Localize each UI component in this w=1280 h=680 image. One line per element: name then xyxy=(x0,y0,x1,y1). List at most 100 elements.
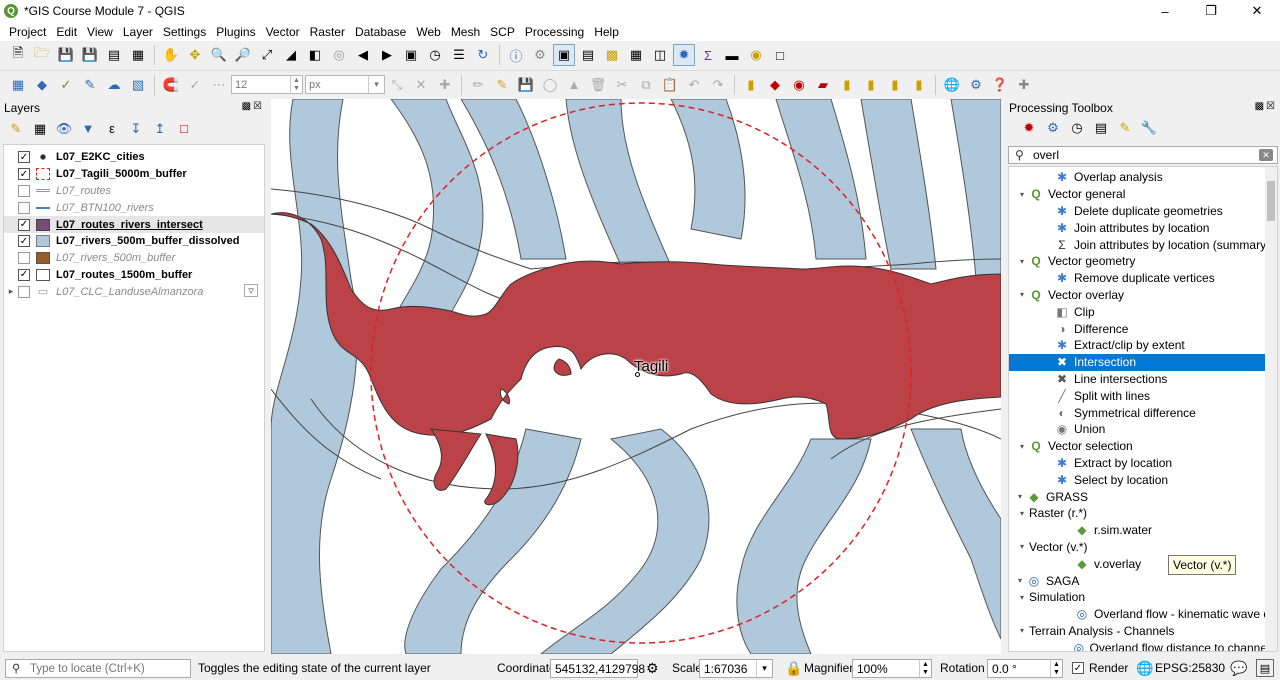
results-viewer-icon[interactable]: ▤ xyxy=(1090,117,1112,139)
add-group-icon[interactable]: ▦ xyxy=(29,118,51,140)
save-edits-icon[interactable]: 💾 xyxy=(515,74,537,96)
tree-item[interactable]: ◆ v.overlay xyxy=(1009,555,1277,572)
save-as-icon[interactable]: 💾 xyxy=(79,44,101,66)
tree-scrollbar[interactable] xyxy=(1265,167,1277,651)
tree-item[interactable]: ◉ Union xyxy=(1009,421,1277,438)
open-attribute-table-icon[interactable]: ▦ xyxy=(625,44,647,66)
layer-checkbox[interactable]: ✓ xyxy=(18,151,30,164)
layer-item[interactable]: ▸ ▭ L07_CLC_LanduseAlmanzora ▿ xyxy=(4,283,264,300)
style-manager-icon[interactable]: ✎ xyxy=(5,118,27,140)
pan-hand-icon[interactable]: ✋ xyxy=(160,44,182,66)
visibility-icon[interactable]: 👁 xyxy=(53,118,75,140)
magnifier-field[interactable]: 100% ▲ ▼ xyxy=(852,659,932,678)
paste-features-icon[interactable]: 📋 xyxy=(659,74,681,96)
panel-float-close-icon[interactable]: ▩☒ xyxy=(242,101,264,112)
layer-checkbox[interactable]: ✓ xyxy=(18,268,30,281)
open-project-icon[interactable]: 🗁 xyxy=(31,44,53,66)
diagram-tool-icon[interactable]: ◆ xyxy=(764,74,786,96)
menu-processing[interactable]: Processing xyxy=(520,25,589,39)
scripts-icon[interactable]: ⚙ xyxy=(1042,117,1064,139)
tree-item[interactable]: ▾ Q Vector selection xyxy=(1009,438,1277,455)
redo-icon[interactable]: ↷ xyxy=(707,74,729,96)
models-icon[interactable]: ✹ xyxy=(1018,117,1040,139)
label-tool-icon[interactable]: ▮ xyxy=(740,74,762,96)
zoom-layer-icon[interactable]: ◧ xyxy=(304,44,326,66)
print-layout-icon[interactable]: ▤ xyxy=(103,44,125,66)
tree-item[interactable]: ✱ Delete duplicate geometries xyxy=(1009,203,1277,220)
scale-field[interactable]: 1:67036 ▾ xyxy=(699,659,773,678)
zoom-next-icon[interactable]: ▶ xyxy=(376,44,398,66)
tree-item[interactable]: ◧ Clip xyxy=(1009,303,1277,320)
coordinate-field[interactable]: 545132,4129798 xyxy=(550,659,645,678)
collapse-arrow-icon[interactable]: ▾ xyxy=(1017,542,1027,551)
collapse-all-icon[interactable]: ↥ xyxy=(149,118,171,140)
temporal-icon[interactable]: ◷ xyxy=(424,44,446,66)
zoom-full-icon[interactable]: ⤢ xyxy=(256,44,278,66)
refresh-icon[interactable]: ↻ xyxy=(472,44,494,66)
collapse-arrow-icon[interactable]: ▾ xyxy=(1017,593,1027,602)
edit-features-in-place-icon[interactable]: ✎ xyxy=(1114,117,1136,139)
panel-float-close-icon[interactable]: ▩☒ xyxy=(1255,101,1277,112)
field-calculator-icon[interactable]: ◫ xyxy=(649,44,671,66)
collapse-arrow-icon[interactable]: ▾ xyxy=(1017,509,1027,518)
delete-selected-icon[interactable]: 🗑 xyxy=(587,74,609,96)
menu-view[interactable]: View xyxy=(82,25,118,39)
python-console-icon[interactable]: ⚙ xyxy=(965,74,987,96)
lock-scale-icon[interactable]: 🔒 xyxy=(785,660,802,677)
rotate-label-icon[interactable]: ▮ xyxy=(860,74,882,96)
layer-item[interactable]: ✓ L07_Tagili_5000m_buffer xyxy=(4,166,264,183)
tree-item[interactable]: ✱ Extract by location xyxy=(1009,455,1277,472)
tree-item[interactable]: ▾ Vector (v.*) xyxy=(1009,539,1277,556)
layer-item[interactable]: L07_BTN100_rivers xyxy=(4,199,264,216)
log-icon[interactable]: ▤ xyxy=(1256,659,1274,677)
layout-manager-icon[interactable]: ▦ xyxy=(127,44,149,66)
tree-item[interactable]: ◑ Difference xyxy=(1009,320,1277,337)
menu-raster[interactable]: Raster xyxy=(305,25,350,39)
tree-item[interactable]: ▾ Q Vector general xyxy=(1009,186,1277,203)
tree-item[interactable]: Σ Join attributes by location (summary) xyxy=(1009,236,1277,253)
undo-icon[interactable]: ↶ xyxy=(683,74,705,96)
tree-item[interactable]: ▾ Simulation xyxy=(1009,589,1277,606)
snap-cross-icon[interactable]: ✕ xyxy=(410,74,432,96)
text-annotation-icon[interactable]: □ xyxy=(769,44,791,66)
processing-toolbox-icon[interactable]: ✹ xyxy=(673,44,695,66)
add-wms-icon[interactable]: ☁ xyxy=(103,74,125,96)
add-wcs-icon[interactable]: ▧ xyxy=(127,74,149,96)
clear-search-icon[interactable]: ✕ xyxy=(1259,149,1273,161)
rotation-field[interactable]: 0.0 ° ▲ ▼ xyxy=(987,659,1063,678)
layer-checkbox[interactable]: ✓ xyxy=(18,168,30,181)
digitize-icon[interactable]: ✎ xyxy=(79,74,101,96)
snap-line-icon[interactable]: ⤡ xyxy=(386,74,408,96)
snap-tolerance-icon[interactable]: ⋯ xyxy=(208,74,230,96)
tree-item[interactable]: ▾ ◎ SAGA xyxy=(1009,572,1277,589)
layer-item[interactable]: ✓ L07_E2KC_cities xyxy=(4,149,264,166)
menu-help[interactable]: Help xyxy=(589,25,624,39)
copy-features-icon[interactable]: ⧉ xyxy=(635,74,657,96)
filter-expression-icon[interactable]: ε xyxy=(101,118,123,140)
layer-checkbox[interactable] xyxy=(18,201,30,214)
identify-icon[interactable]: ⓘ xyxy=(505,44,527,66)
tree-item[interactable]: ◐ Symmetrical difference xyxy=(1009,404,1277,421)
toolbox-search-input[interactable]: ⚲ overl ✕ xyxy=(1008,146,1278,164)
snap-size-spinner[interactable]: ▲ ▼ xyxy=(290,76,302,93)
magnifier-spinner[interactable]: ▲ ▼ xyxy=(919,660,931,677)
current-edits-icon[interactable]: ✎ xyxy=(491,74,513,96)
deselect-icon[interactable]: ▩ xyxy=(601,44,623,66)
show-hide-labels-icon[interactable]: ▮ xyxy=(908,74,930,96)
crosshair-icon[interactable]: ✚ xyxy=(1013,74,1035,96)
add-vector-icon[interactable]: ◆ xyxy=(31,74,53,96)
pin-labels-icon[interactable]: ◉ xyxy=(788,74,810,96)
add-layer-icon[interactable]: ▦ xyxy=(7,74,29,96)
snapping-icon[interactable]: 🧲 xyxy=(160,74,182,96)
save-project-icon[interactable]: 💾 xyxy=(55,44,77,66)
collapse-arrow-icon[interactable]: ▾ xyxy=(1017,190,1027,199)
tree-item[interactable]: ◆ r.sim.water xyxy=(1009,522,1277,539)
snap-vertex-icon[interactable]: ✓ xyxy=(184,74,206,96)
menu-edit[interactable]: Edit xyxy=(51,25,82,39)
messages-icon[interactable]: 💬 xyxy=(1230,660,1247,677)
tree-item[interactable]: ◎ Overland flow distance to channe... xyxy=(1009,639,1277,651)
layer-checkbox[interactable]: ✓ xyxy=(18,235,30,248)
rotation-spinner[interactable]: ▲ ▼ xyxy=(1050,660,1062,677)
collapse-arrow-icon[interactable]: ▾ xyxy=(1017,626,1027,635)
tree-item[interactable]: ✱ Remove duplicate vertices xyxy=(1009,270,1277,287)
